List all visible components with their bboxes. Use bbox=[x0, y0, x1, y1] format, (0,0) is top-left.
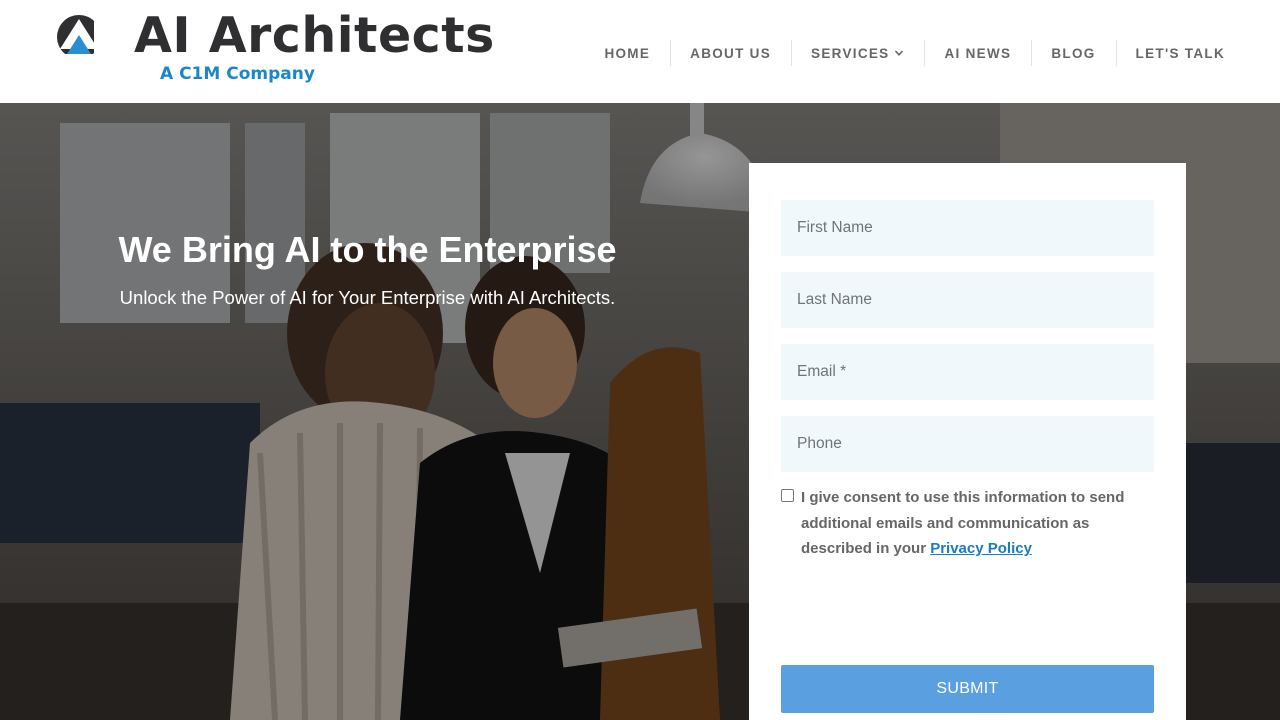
nav-item-services[interactable]: SERVICES bbox=[791, 40, 924, 66]
nav-item-label: HOME bbox=[604, 45, 651, 61]
logo-mark-icon bbox=[56, 14, 102, 60]
nav-item-label: AI NEWS bbox=[944, 45, 1012, 61]
nav-item-home[interactable]: HOME bbox=[584, 40, 670, 66]
nav-item-blog[interactable]: BLOG bbox=[1031, 40, 1115, 66]
logo-wordmark: AI Architects bbox=[134, 7, 495, 64]
nav-item-label: LET'S TALK bbox=[1135, 45, 1225, 61]
email-field[interactable] bbox=[781, 344, 1154, 400]
nav-item-label: BLOG bbox=[1051, 45, 1096, 61]
chevron-down-icon bbox=[895, 50, 904, 56]
last-name-field[interactable] bbox=[781, 272, 1154, 328]
contact-form: I give consent to use this information t… bbox=[749, 163, 1186, 720]
nav-item-ai-news[interactable]: AI NEWS bbox=[924, 40, 1031, 66]
main-nav: HOME ABOUT US SERVICES AI NEWS BLOG LET'… bbox=[584, 40, 1225, 66]
phone-field[interactable] bbox=[781, 416, 1154, 472]
hero-title: We Bring AI to the Enterprise bbox=[118, 229, 617, 270]
privacy-policy-link[interactable]: Privacy Policy bbox=[930, 540, 1032, 557]
hero-subtitle: Unlock the Power of AI for Your Enterpri… bbox=[119, 287, 616, 308]
nav-item-about-us[interactable]: ABOUT US bbox=[670, 40, 791, 66]
submit-button[interactable]: SUBMIT bbox=[781, 665, 1154, 713]
site-header: AI Architects A C1M Company HOME ABOUT U… bbox=[0, 0, 1280, 103]
nav-item-lets-talk[interactable]: LET'S TALK bbox=[1115, 40, 1225, 66]
consent-text: I give consent to use this information t… bbox=[801, 485, 1154, 562]
nav-item-label: ABOUT US bbox=[690, 45, 772, 61]
logo-tagline: A C1M Company bbox=[160, 64, 315, 84]
nav-item-label: SERVICES bbox=[811, 45, 890, 61]
consent-checkbox[interactable] bbox=[781, 489, 794, 502]
site-logo[interactable]: AI Architects A C1M Company bbox=[56, 8, 494, 92]
first-name-field[interactable] bbox=[781, 200, 1154, 256]
